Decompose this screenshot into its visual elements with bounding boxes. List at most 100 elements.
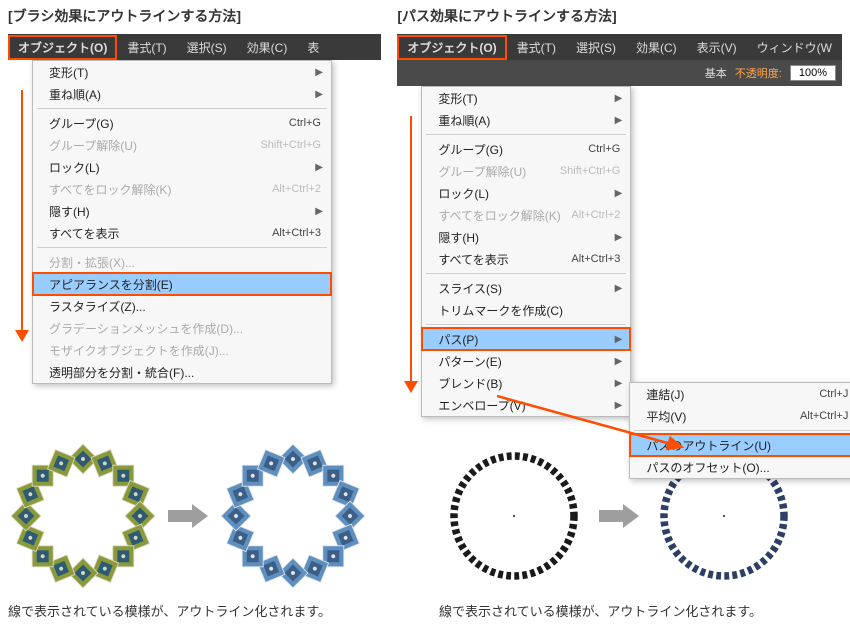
menu-item[interactable]: スライス(S) ▶ (422, 277, 630, 299)
menu-item-label: グループ解除(U) (49, 137, 137, 154)
menu-shortcut: Alt+Ctrl+3 (571, 253, 620, 265)
right-title: [パス効果にアウトラインする方法] (397, 6, 842, 26)
menu-item[interactable]: すべてを表示 Alt+Ctrl+3 (422, 248, 630, 270)
menu-item: グラデーションメッシュを作成(D)... (33, 317, 331, 339)
dashed-ring-before (439, 441, 589, 591)
menu-item: グループ解除(U) Shift+Ctrl+G (422, 160, 630, 182)
menu-item: すべてをロック解除(K)Alt+Ctrl+2 (422, 204, 630, 226)
ornament-ring-after (218, 441, 368, 591)
menubar-effect[interactable]: 効果(C) (237, 35, 298, 60)
submenu-arrow-icon: ▶ (615, 232, 623, 243)
menu-item[interactable]: 透明部分を分割・統合(F)... (33, 361, 331, 383)
opacity-value[interactable]: 100% (790, 65, 836, 81)
menu-item[interactable]: 平均(V)Alt+Ctrl+J (630, 405, 850, 427)
menu-item-label: グループ(G) (438, 141, 503, 158)
menu-shortcut: Shift+Ctrl+G (560, 165, 621, 177)
menubar-format[interactable]: 書式(T) (507, 35, 566, 60)
menu-item[interactable]: トリムマークを作成(C) (422, 299, 630, 321)
menubar-window[interactable]: ウィンドウ(W (747, 35, 842, 60)
menu-separator (426, 273, 626, 274)
menubar-object[interactable]: オブジェクト(O) (8, 35, 117, 60)
menu-item[interactable]: ラスタライズ(Z)... (33, 295, 331, 317)
menu-item-label: ロック(L) (49, 159, 100, 176)
submenu-arrow-icon: ▶ (315, 162, 323, 173)
menu-shortcut: Ctrl+G (588, 143, 620, 155)
submenu-arrow-icon: ▶ (615, 400, 623, 411)
menu-item[interactable]: 隠す(H) ▶ (422, 226, 630, 248)
menu-item[interactable]: 変形(T)▶ (33, 61, 331, 83)
annotation-arrow-down (407, 116, 415, 391)
left-example: 線で表示されている模様が、アウトライン化されます。 (8, 441, 411, 620)
menu-item-label: グラデーションメッシュを作成(D)... (49, 320, 243, 337)
menu-item[interactable]: 重ね順(A)▶ (422, 109, 630, 131)
submenu-arrow-icon: ▶ (615, 188, 623, 199)
menu-item-label: すべてを表示 (438, 251, 508, 268)
menu-shortcut: Alt+Ctrl+2 (571, 209, 620, 221)
tool-options-bar: 基本 不透明度: 100% (397, 60, 842, 86)
menu-item[interactable]: 隠す(H) ▶ (33, 200, 331, 222)
annotation-arrow-down (18, 90, 26, 340)
menu-item-label: スライス(S) (438, 280, 502, 297)
menu-item[interactable]: パス(P) ▶ (422, 328, 630, 350)
menubar-view[interactable]: 表示(V) (687, 35, 747, 60)
submenu-arrow-icon: ▶ (615, 93, 623, 104)
menu-item[interactable]: グループ(G)Ctrl+G (33, 112, 331, 134)
menu-item[interactable]: アピアランスを分割(E) (33, 273, 331, 295)
submenu-arrow-icon: ▶ (315, 206, 323, 217)
menubar-select[interactable]: 選択(S) (566, 35, 626, 60)
menu-item[interactable]: パスのオフセット(O)... (630, 456, 850, 478)
menubar-select[interactable]: 選択(S) (177, 35, 237, 60)
menu-shortcut: Ctrl+J (819, 388, 848, 400)
path-submenu: 連結(J) Ctrl+J 平均(V)Alt+Ctrl+J パスのアウトライン(U)パス… (629, 382, 850, 479)
menu-item-label: トリムマークを作成(C) (438, 302, 563, 319)
menu-item-label: モザイクオブジェクトを作成(J)... (49, 342, 229, 359)
menu-item[interactable]: パターン(E)▶ (422, 350, 630, 372)
menu-item[interactable]: パスのアウトライン(U) (630, 434, 850, 456)
menubar-object[interactable]: オブジェクト(O) (397, 35, 506, 60)
menu-item-label: 隠す(H) (438, 229, 479, 246)
object-menu-dropdown: 変形(T)▶重ね順(A)▶グループ(G)Ctrl+Gグループ解除(U)Shift… (421, 86, 631, 417)
left-caption: 線で表示されている模様が、アウトライン化されます。 (8, 601, 411, 620)
left-panel: [ブラシ効果にアウトラインする方法] オブジェクト(O) 書式(T) 選択(S)… (8, 6, 381, 417)
menu-item[interactable]: 変形(T) ▶ (422, 87, 630, 109)
menu-item[interactable]: ロック(L)▶ (422, 182, 630, 204)
submenu-arrow-icon: ▶ (615, 283, 623, 294)
menubar-effect[interactable]: 効果(C) (626, 35, 687, 60)
object-menu-dropdown: 変形(T)▶重ね順(A)▶グループ(G)Ctrl+Gグループ解除(U)Shift… (32, 60, 332, 384)
menu-item[interactable]: 重ね順(A)▶ (33, 83, 331, 105)
menu-item-label: 隠す(H) (49, 203, 90, 220)
right-menubar: オブジェクト(O) 書式(T) 選択(S) 効果(C) 表示(V) ウィンドウ(… (397, 34, 842, 60)
right-caption: 線で表示されている模様が、アウトライン化されます。 (439, 601, 842, 620)
menu-item-label: 重ね順(A) (438, 112, 490, 129)
arrow-icon (599, 504, 639, 528)
menu-item-label: パス(P) (438, 331, 478, 348)
submenu-arrow-icon: ▶ (615, 378, 623, 389)
menubar-view[interactable]: 表 (297, 35, 329, 60)
menu-item-label: ブレンド(B) (438, 375, 502, 392)
stroke-basic[interactable]: 基本 (705, 65, 727, 81)
menu-separator (426, 134, 626, 135)
menu-item[interactable]: ロック(L) ▶ (33, 156, 331, 178)
menu-separator (634, 430, 850, 431)
menu-item: すべてをロック解除(K)Alt+Ctrl+2 (33, 178, 331, 200)
menu-item[interactable]: グループ(G) Ctrl+G (422, 138, 630, 160)
menu-item[interactable]: すべてを表示Alt+Ctrl+3 (33, 222, 331, 244)
menubar-format[interactable]: 書式(T) (117, 35, 176, 60)
menu-item-label: すべてをロック解除(K) (49, 181, 171, 198)
menu-item[interactable]: ブレンド(B) ▶ (422, 372, 630, 394)
menu-item-label: パターン(E) (438, 353, 501, 370)
menu-item-label: グループ解除(U) (438, 163, 526, 180)
menu-item-label: 変形(T) (49, 64, 88, 81)
menu-item-label: 変形(T) (438, 90, 477, 107)
ornament-ring-before (8, 441, 158, 591)
menu-separator (37, 247, 327, 248)
arrow-icon (168, 504, 208, 528)
menu-item: モザイクオブジェクトを作成(J)... (33, 339, 331, 361)
menu-shortcut: Alt+Ctrl+J (800, 410, 848, 422)
menu-item[interactable]: 連結(J) Ctrl+J (630, 383, 850, 405)
menu-item-label: グループ(G) (49, 115, 114, 132)
submenu-arrow-icon: ▶ (615, 334, 623, 345)
menu-item[interactable]: エンベロープ(V)▶ (422, 394, 630, 416)
menu-shortcut: Alt+Ctrl+3 (272, 227, 321, 239)
menu-item-label: 連結(J) (646, 386, 684, 403)
